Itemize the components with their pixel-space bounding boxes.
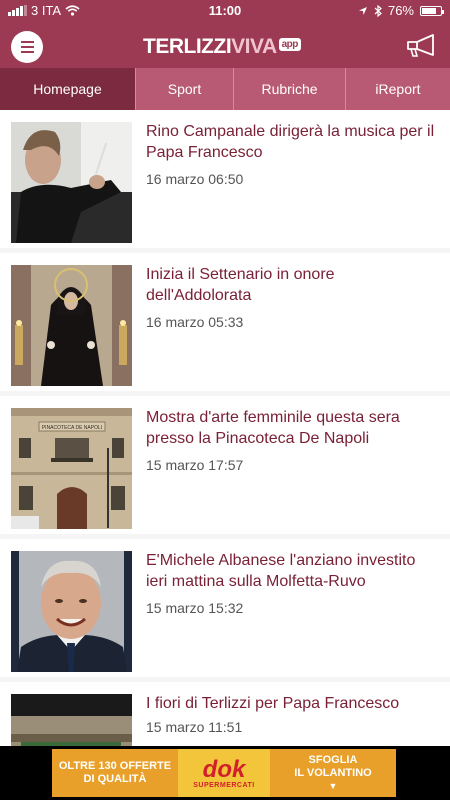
article-title[interactable]: I fiori di Terlizzi per Papa Francesco	[146, 693, 436, 714]
location-arrow-icon	[358, 6, 367, 15]
article-thumbnail-4	[11, 551, 132, 672]
ad-flyer-button[interactable]: SFOGLIA IL VOLANTINO ▼	[270, 749, 396, 797]
ad-offers-line2: DI QUALITÀ	[83, 773, 147, 785]
ad-flyer-line1: SFOGLIA	[308, 753, 358, 766]
pinacoteca-sign-text: PINACOTECA DE NAPOLI	[42, 425, 102, 431]
ad-banner[interactable]: OLTRE 130 OFFERTE DI QUALITÀ dok SUPERME…	[0, 746, 450, 800]
tab-homepage[interactable]: Homepage	[0, 68, 136, 110]
article-thumbnail-1	[11, 122, 132, 243]
article-title[interactable]: Inizia il Settenario in onore dell'Addol…	[146, 264, 436, 306]
hamburger-menu-button[interactable]	[11, 31, 43, 63]
article-thumbnail-5	[11, 694, 132, 746]
ad-flyer-line2: IL VOLANTINO	[294, 766, 372, 779]
article-date: 15 marzo 11:51	[146, 719, 243, 735]
section-tabs: Homepage Sport Rubriche iReport	[0, 68, 450, 110]
ad-brand-sub: SUPERMERCATI	[193, 781, 255, 789]
article-title[interactable]: Mostra d'arte femminile questa sera pres…	[146, 407, 436, 449]
logo-text-terlizzi: TERLIZZI	[143, 35, 232, 58]
logo-text-viva: VIVA	[231, 35, 277, 58]
article-date: 15 marzo 15:32	[146, 600, 244, 616]
article-item-4[interactable]: E'Michele Albanese l'anziano investito i…	[0, 539, 450, 677]
ad-offers-line1: OLTRE 130 OFFERTE	[58, 760, 172, 772]
logo-badge-app: app	[278, 38, 301, 51]
status-right: 76%	[358, 3, 444, 18]
article-thumbnail-3: PINACOTECA DE NAPOLI	[11, 408, 132, 529]
ad-offers-panel[interactable]: OLTRE 130 OFFERTE DI QUALITÀ	[52, 749, 178, 797]
article-date: 16 marzo 06:50	[146, 171, 244, 187]
app-header: 3 ITA 11:00 76% TERLIZZI VIVA app	[0, 0, 450, 68]
article-date: 15 marzo 17:57	[146, 457, 244, 473]
article-title[interactable]: E'Michele Albanese l'anziano investito i…	[146, 550, 436, 592]
ad-brand-logo[interactable]: dok SUPERMERCATI	[178, 749, 270, 797]
ad-brand-name: dok	[202, 755, 246, 783]
article-date: 16 marzo 05:33	[146, 314, 244, 330]
battery-percent: 76%	[387, 3, 414, 18]
article-thumbnail-2	[11, 265, 132, 386]
megaphone-icon[interactable]	[405, 33, 439, 59]
battery-icon	[420, 5, 444, 16]
article-item-5[interactable]: I fiori di Terlizzi per Papa Francesco 1…	[0, 682, 450, 746]
bluetooth-icon	[374, 4, 382, 17]
article-item-3[interactable]: PINACOTECA DE NAPOLI Mostra d'arte femmi…	[0, 396, 450, 534]
app-logo: TERLIZZI VIVA app	[143, 35, 301, 59]
article-item-2[interactable]: Inizia il Settenario in onore dell'Addol…	[0, 253, 450, 391]
article-item-1[interactable]: Rino Campanale dirigerà la musica per il…	[0, 110, 450, 248]
tab-ireport[interactable]: iReport	[346, 68, 450, 110]
article-list: Rino Campanale dirigerà la musica per il…	[0, 110, 450, 746]
article-title[interactable]: Rino Campanale dirigerà la musica per il…	[146, 121, 436, 163]
status-bar: 3 ITA 11:00 76%	[0, 0, 450, 22]
tab-sport[interactable]: Sport	[136, 68, 234, 110]
tab-rubriche[interactable]: Rubriche	[234, 68, 346, 110]
chevron-down-icon: ▼	[328, 780, 338, 791]
